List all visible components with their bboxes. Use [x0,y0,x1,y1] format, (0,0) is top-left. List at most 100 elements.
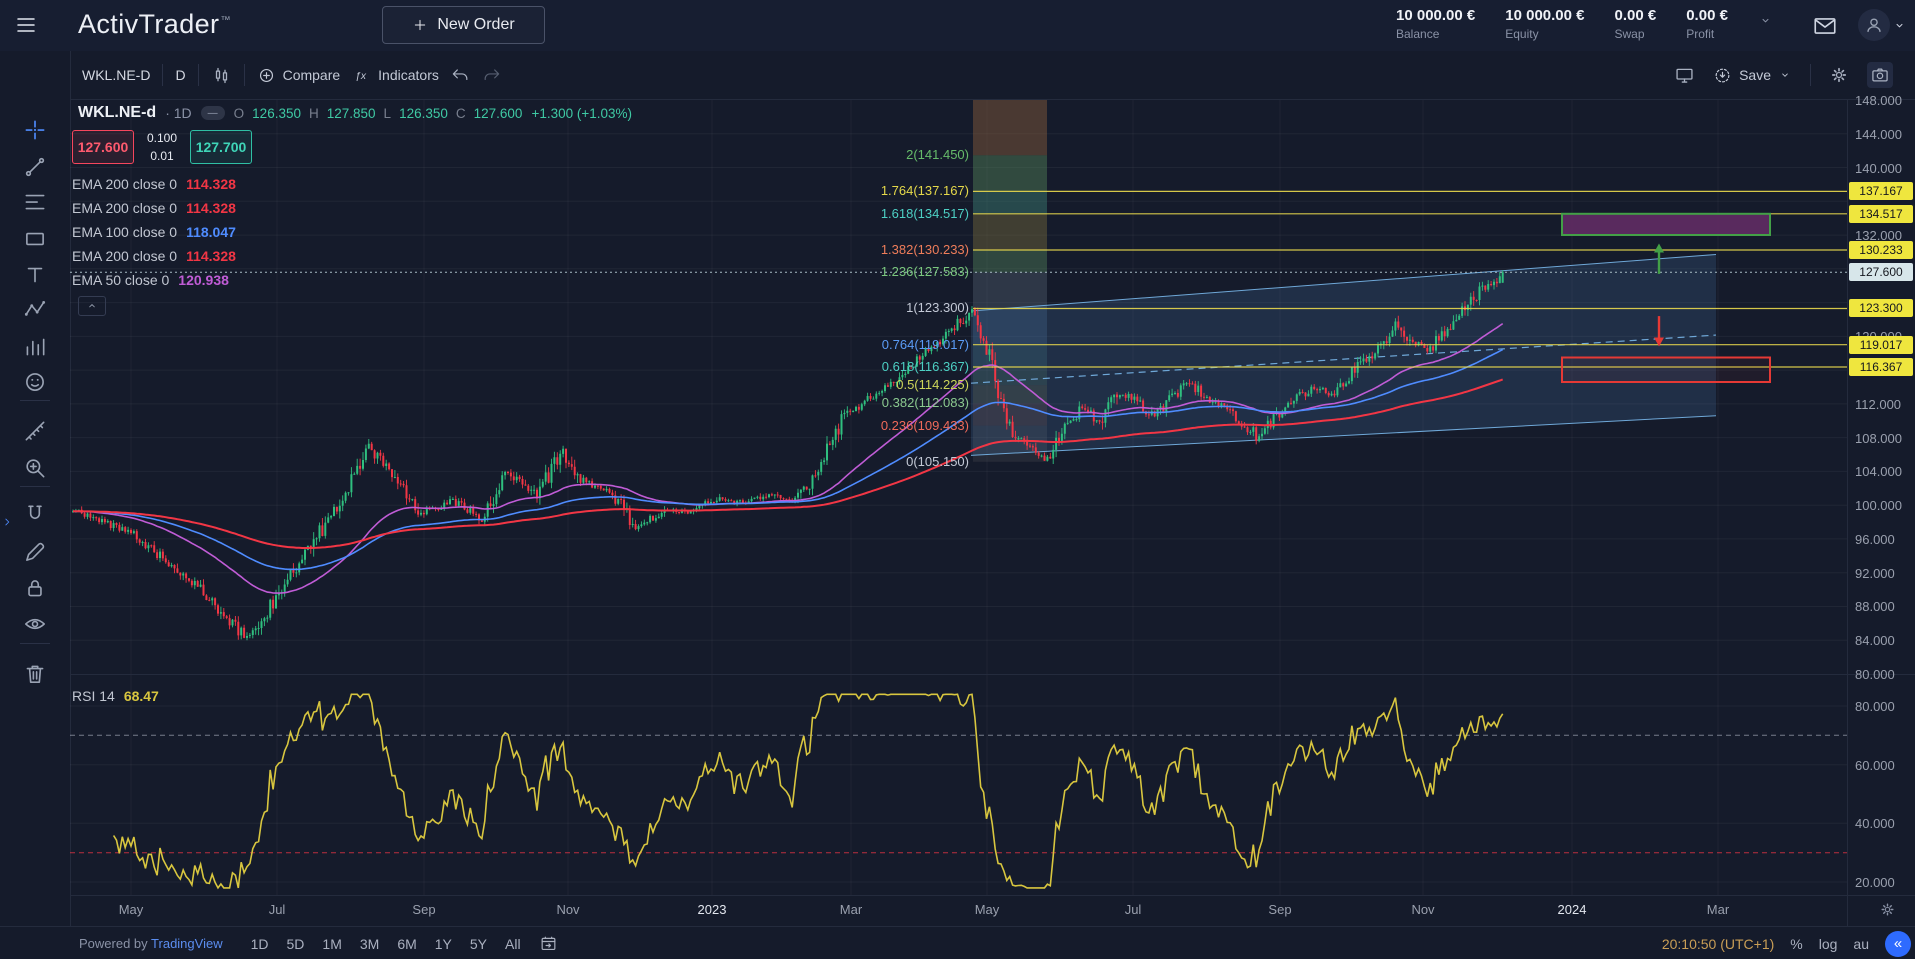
snapshot-camera-icon[interactable] [1867,62,1893,88]
app-logo: ActivTrader™ [78,9,231,40]
legend-symbol[interactable]: WKL.NE-d [78,104,156,122]
collapse-panel-button[interactable]: « [1885,931,1911,957]
text-tool[interactable] [22,262,48,288]
ohlc-key: C [456,106,466,121]
time-axis-label: Nov [544,902,592,917]
indicators-button[interactable]: ƒx Indicators [352,66,439,85]
save-button[interactable]: Save [1713,66,1792,85]
delete-tool[interactable] [22,661,48,687]
fib-price-badge: 134.517 [1849,205,1913,223]
chevron-down-icon [1778,68,1792,82]
pane-divider[interactable] [70,674,1915,675]
toolbar-divider [20,643,50,644]
price-chart[interactable] [70,100,1847,674]
rsi-axis-label: 80.000 [1855,699,1895,714]
menu-icon[interactable] [14,13,38,37]
settings-gear-icon[interactable] [1829,65,1849,85]
time-axis-label: Mar [827,902,875,917]
fib-retracement-tool[interactable] [22,189,48,215]
toolbar-divider [20,486,50,487]
new-order-button[interactable]: New Order [382,6,545,44]
account-swap: 0.00 €Swap [1615,7,1657,41]
rsi-name: RSI 14 [72,688,115,704]
indicator-row[interactable]: EMA 200 close 0114.328 [72,196,236,220]
range-button-6m[interactable]: 6M [389,934,424,954]
rsi-pane[interactable] [70,674,1847,895]
account-value: 0.00 € [1615,7,1657,24]
hide-tool[interactable] [22,611,48,637]
app-root: ActivTrader™ New Order 10 000.00 €Balanc… [0,0,1915,959]
mail-icon[interactable] [1812,13,1838,39]
account-dropdown-caret[interactable] [1758,13,1773,28]
measure-tool[interactable] [22,418,48,444]
time-axis-label: Jul [253,902,301,917]
magnet-tool[interactable] [22,502,48,528]
forecast-tool[interactable] [22,334,48,360]
indicator-row[interactable]: EMA 100 close 0118.047 [72,220,236,244]
interval-button[interactable]: D [175,67,185,83]
price-axis-label: 100.000 [1855,498,1902,513]
range-button-3m[interactable]: 3M [352,934,387,954]
chart-legend: WKL.NE-d · 1D — O126.350H127.850L126.350… [78,104,632,122]
toolbar-divider [244,64,245,86]
indicator-name: EMA 200 close 0 [72,200,177,216]
symbol-name[interactable]: WKL.NE-D [82,67,150,83]
crosshair-tool[interactable] [22,117,48,143]
log-scale-button[interactable]: log [1819,936,1838,952]
chevron-right-icon [0,515,14,529]
indicator-row[interactable]: EMA 200 close 0114.328 [72,172,236,196]
ohlc-key: O [234,106,245,121]
indicator-row[interactable]: EMA 50 close 0120.938 [72,268,236,292]
account-label: Balance [1396,27,1475,41]
drawing-toolbar [0,51,71,926]
tradingview-link[interactable]: TradingView [151,936,223,951]
axis-settings-gear-icon[interactable] [1879,901,1896,918]
auto-scale-button[interactable]: au [1853,936,1869,952]
ohlc-value: 127.850 [327,106,376,121]
draw-tool[interactable] [22,539,48,565]
account-label: Equity [1505,27,1584,41]
avatar-icon [1863,14,1885,36]
multichart-layout-button[interactable] [1674,65,1695,86]
powered-by: Powered by TradingView [79,936,223,951]
compare-button[interactable]: Compare [257,66,341,85]
range-button-all[interactable]: All [497,934,529,954]
time-axis-label: 2024 [1548,902,1596,917]
range-button-1y[interactable]: 1Y [427,934,460,954]
ohlc-value: 126.350 [252,106,301,121]
percent-scale-button[interactable]: % [1790,936,1802,952]
price-axis-label: 80.000 [1855,667,1895,682]
zoom-tool[interactable] [22,455,48,481]
buy-button[interactable]: 127.700 [190,130,252,164]
time-axis-label: Mar [1694,902,1742,917]
trend-line-tool[interactable] [22,154,48,180]
pattern-tool[interactable] [22,297,48,323]
legend-collapse-button[interactable] [78,296,106,316]
undo-button[interactable] [451,66,470,85]
range-button-5y[interactable]: 5Y [462,934,495,954]
indicator-row[interactable]: EMA 200 close 0114.328 [72,244,236,268]
range-button-1d[interactable]: 1D [243,934,277,954]
time-axis[interactable]: MayJulSepNov2023MarMayJulSepNov2024Mar [70,895,1847,926]
candle-style-button[interactable] [211,65,232,86]
emoji-tool[interactable] [22,369,48,395]
lock-tool[interactable] [22,575,48,601]
redo-button[interactable] [482,66,501,85]
new-order-label: New Order [437,16,514,34]
user-menu[interactable] [1858,9,1907,41]
legend-collapse-chip[interactable]: — [201,106,225,120]
logo-text: ActivTrader [78,9,219,39]
range-button-5d[interactable]: 5D [279,934,313,954]
spread-lot[interactable]: 0.100 0.01 [134,130,190,164]
fib-price-badge: 116.367 [1849,358,1913,376]
price-axis[interactable]: 148.000144.000140.000132.000120.000112.0… [1847,100,1915,926]
sell-button[interactable]: 127.600 [72,130,134,164]
price-axis-label: 148.000 [1855,93,1902,108]
chevron-down-icon [1892,18,1907,33]
shapes-tool[interactable] [22,226,48,252]
goto-date-button[interactable] [539,934,558,953]
panel-expander[interactable] [0,509,14,535]
indicators-label: Indicators [378,67,439,83]
range-button-1m[interactable]: 1M [314,934,349,954]
toolbar-divider [198,64,199,86]
